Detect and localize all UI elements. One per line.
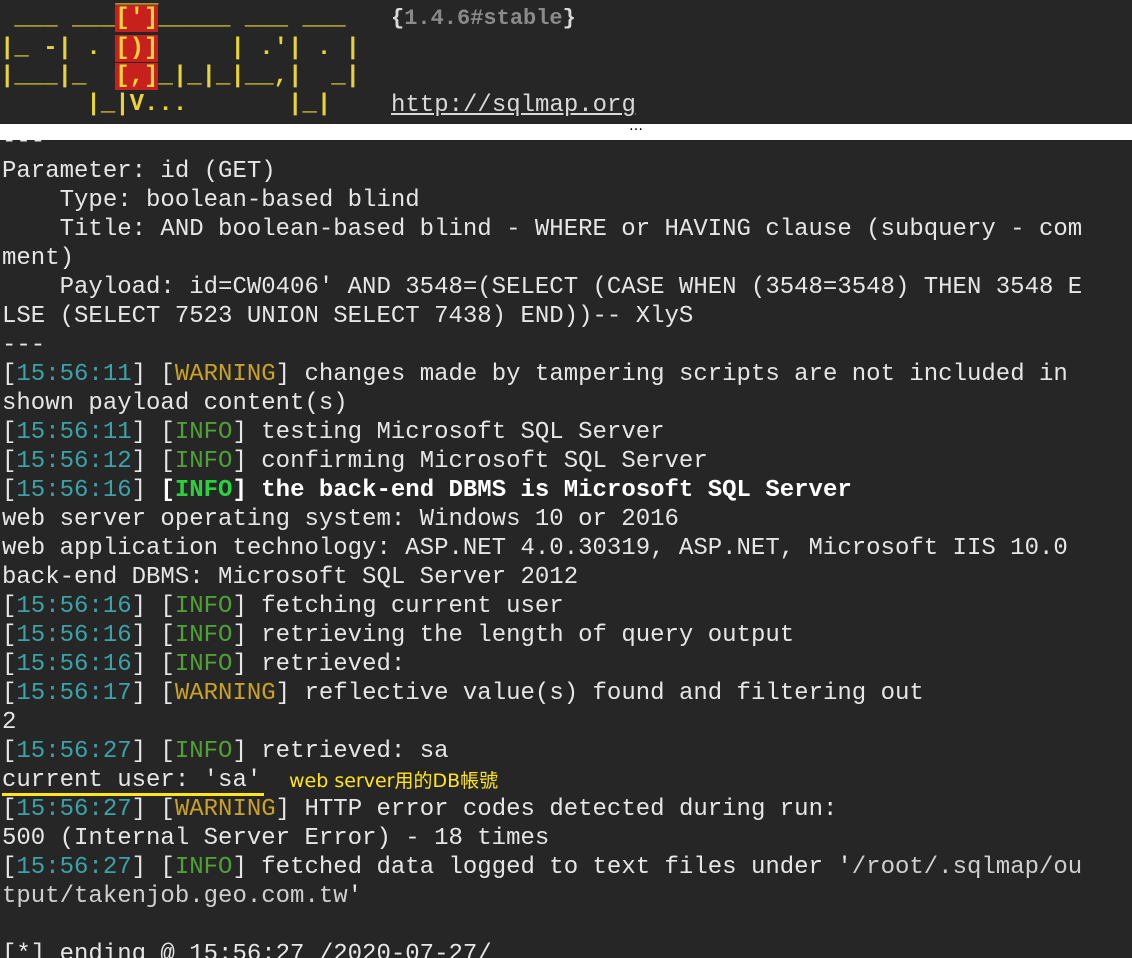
http-error-line: 500 (Internal Server Error) - 18 times <box>2 825 550 852</box>
ascii-logo-line-4: |___|_ [,]_|_|_|__,| _| <box>0 63 361 90</box>
title-line: Title: AND boolean-based blind - WHERE o… <box>2 216 1083 243</box>
timestamp: 15:56:27 <box>16 796 132 823</box>
log-line: [15:56:11] [INFO] testing Microsoft SQL … <box>2 419 665 446</box>
sqlmap-url-link[interactable]: http://sqlmap.org <box>391 92 636 119</box>
log-line: [15:56:16] [INFO] retrieving the length … <box>2 622 795 649</box>
version-brace: { <box>391 6 405 31</box>
screenshot-divider <box>0 124 1132 140</box>
log-line: [15:56:17] [WARNING] reflective value(s)… <box>2 680 924 707</box>
payload-line: Payload: id=CW0406' AND 3548=(SELECT (CA… <box>2 274 1083 301</box>
dbms-line: back-end DBMS: Microsoft SQL Server 2012 <box>2 564 579 591</box>
title-line-cont: ment) <box>2 245 75 272</box>
omitted-content-ellipsis: … <box>629 118 644 134</box>
ending-line: [*] ending @ 15:56:27 /2020-07-27/ <box>2 941 492 958</box>
log-line-cont: shown payload content(s) <box>2 390 348 417</box>
level-warning: WARNING <box>174 680 276 707</box>
log-message: retrieved: sa <box>246 738 449 765</box>
log-message: changes made by tampering scripts are no… <box>290 361 1068 388</box>
timestamp: 15:56:27 <box>16 738 132 765</box>
tech-line: web application technology: ASP.NET 4.0.… <box>2 535 1068 562</box>
ascii-logo-flame: ['] <box>115 5 159 32</box>
separator-dashes: --- <box>2 332 46 359</box>
log-line: [15:56:27] [WARNING] HTTP error codes de… <box>2 796 838 823</box>
log-line: [15:56:16] [INFO] fetching current user <box>2 593 564 620</box>
log-message: fetching current user <box>246 593 564 620</box>
sqlmap-banner: ___ ___ ___[']_____ ___ ___ |_ -| . [)] … <box>0 0 1132 124</box>
level-info: INFO <box>174 738 233 765</box>
timestamp: 15:56:16 <box>16 622 132 649</box>
annotation-label: web server用的DB帳號 <box>289 770 499 792</box>
payload-line-cont: LSE (SELECT 7523 UNION SELECT 7438) END)… <box>2 303 694 330</box>
level-info: INFO <box>174 651 233 678</box>
log-message: HTTP error codes detected during run: <box>290 796 838 823</box>
log-line: [15:56:12] [INFO] confirming Microsoft S… <box>2 448 708 475</box>
ascii-logo-line-2: ___ ___[']_____ ___ ___ <box>0 5 346 32</box>
timestamp: 15:56:27 <box>16 854 132 881</box>
ascii-logo-flame: [,] <box>115 63 159 90</box>
timestamp: 15:56:11 <box>16 419 132 446</box>
timestamp: 15:56:11 <box>16 361 132 388</box>
log-line-cont: tput/takenjob.geo.com.tw' <box>2 882 362 911</box>
log-message: retrieving the length of query output <box>246 622 795 649</box>
output-path: /root/.sqlmap/ou <box>851 854 1083 881</box>
timestamp: 15:56:16 <box>16 477 132 504</box>
output-value: 2 <box>2 709 17 736</box>
level-info: INFO <box>174 419 233 446</box>
ascii-logo-part: _|_|_|__,| _| <box>158 63 361 90</box>
ascii-logo-part: ___ ___ <box>0 5 116 32</box>
log-message: fetched data logged to text files under … <box>246 854 852 881</box>
timestamp: 15:56:17 <box>16 680 132 707</box>
ascii-logo-line-5: |_|V... |_| <box>0 91 332 118</box>
log-message: the back-end DBMS is Microsoft SQL Serve… <box>246 477 852 504</box>
level-warning: WARNING <box>174 796 276 823</box>
log-message: reflective value(s) found and filtering … <box>290 680 924 707</box>
level-info: INFO <box>174 477 233 504</box>
timestamp: 15:56:16 <box>16 593 132 620</box>
log-message: retrieved: <box>246 651 406 678</box>
terminal-output: --- Parameter: id (GET) Type: boolean-ba… <box>0 140 1132 958</box>
timestamp: 15:56:16 <box>16 651 132 678</box>
ascii-logo-part: | .'| . | <box>158 35 361 62</box>
log-line: [15:56:27] [INFO] fetched data logged to… <box>2 854 1083 881</box>
separator-dashes: --- <box>2 140 46 155</box>
level-info: INFO <box>174 854 233 881</box>
ascii-logo-part: |___|_ <box>0 63 116 90</box>
level-info: INFO <box>174 448 233 475</box>
quote-close: ' <box>347 883 363 910</box>
log-message: testing Microsoft SQL Server <box>246 419 665 446</box>
ascii-logo-part: |_ -| . <box>0 35 116 62</box>
current-user-line: current user: 'sa' <box>2 767 262 794</box>
version-brace: } <box>562 6 576 31</box>
log-line: [15:56:11] [WARNING] changes made by tam… <box>2 361 1068 388</box>
level-info: INFO <box>174 593 233 620</box>
log-line: [15:56:16] [INFO] the back-end DBMS is M… <box>2 477 852 504</box>
version-label: {1.4.6#stable} <box>391 6 576 31</box>
level-warning: WARNING <box>174 361 276 388</box>
ascii-logo-line-3: |_ -| . [)] | .'| . | <box>0 35 361 62</box>
type-line: Type: boolean-based blind <box>2 187 420 214</box>
output-path: tput/takenjob.geo.com.tw <box>2 883 348 910</box>
level-info: INFO <box>174 622 233 649</box>
parameter-line: Parameter: id (GET) <box>2 158 276 185</box>
os-line: web server operating system: Windows 10 … <box>2 506 679 533</box>
ascii-logo-flame: [)] <box>115 35 159 62</box>
log-message: confirming Microsoft SQL Server <box>246 448 708 475</box>
version-number: 1.4.6#stable <box>404 6 563 31</box>
timestamp: 15:56:12 <box>16 448 132 475</box>
log-line: [15:56:27] [INFO] retrieved: sa <box>2 738 449 765</box>
log-line: [15:56:16] [INFO] retrieved: <box>2 651 406 678</box>
ascii-logo-part: _____ ___ ___ <box>158 5 346 32</box>
